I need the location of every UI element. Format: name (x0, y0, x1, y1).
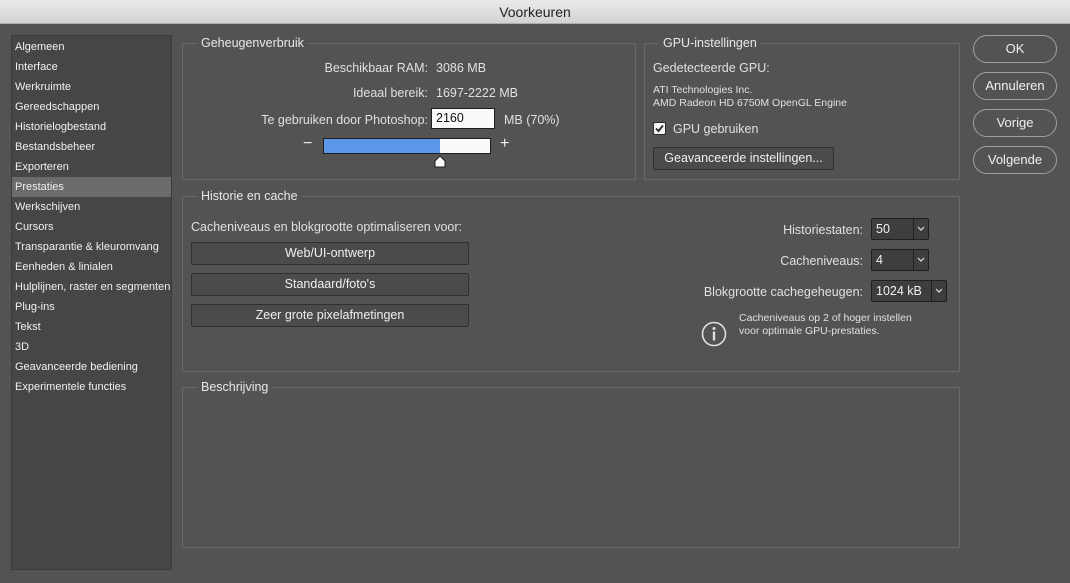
sidebar-item-exporteren[interactable]: Exporteren (12, 157, 171, 177)
cache-tile-size-value: 1024 kB (876, 284, 922, 298)
sidebar-item-algemeen[interactable]: Algemeen (12, 37, 171, 57)
cache-tile-size-select[interactable]: 1024 kB (871, 280, 947, 302)
cache-tile-size-label: Blokgrootte cachegeheugen: (703, 285, 863, 299)
memory-usage-group: Geheugenverbruik (182, 36, 636, 180)
available-ram-value: 3086 MB (436, 61, 487, 75)
cache-info-line2: voor optimale GPU-prestaties. (739, 325, 880, 337)
huge-pixel-preset-button[interactable]: Zeer grote pixelafmetingen (191, 304, 469, 327)
ok-button[interactable]: OK (973, 35, 1057, 63)
photoshop-usage-input[interactable]: 2160 (431, 108, 495, 129)
description-title: Beschrijving (201, 380, 269, 394)
description-group: Beschrijving (182, 380, 960, 548)
ideal-range-label: Ideaal bereik: (352, 86, 428, 100)
window-title: Voorkeuren (0, 0, 1070, 24)
optimize-label: Cacheniveaus en blokgrootte optimalisere… (191, 220, 462, 234)
history-states-select[interactable]: 50 (871, 218, 929, 240)
sidebar-item-transparantie[interactable]: Transparantie & kleuromvang (12, 237, 171, 257)
memory-slider[interactable] (323, 138, 491, 154)
sidebar-item-3d[interactable]: 3D (12, 337, 171, 357)
use-gpu-checkbox[interactable] (653, 122, 666, 135)
preferences-window: Algemeen Interface Werkruimte Gereedscha… (0, 24, 1070, 583)
sidebar-item-experimentele-functies[interactable]: Experimentele functies (12, 377, 171, 397)
available-ram-label: Beschikbaar RAM: (324, 61, 428, 75)
sidebar-item-bestandsbeheer[interactable]: Bestandsbeheer (12, 137, 171, 157)
sidebar-item-gereedschappen[interactable]: Gereedschappen (12, 97, 171, 117)
history-states-label: Historiestaten: (783, 223, 863, 237)
ideal-range-value: 1697-2222 MB (436, 86, 519, 100)
detected-gpu-label: Gedetecteerde GPU: (653, 61, 770, 75)
next-button[interactable]: Volgende (973, 146, 1057, 174)
chevron-down-icon (935, 288, 943, 293)
photoshop-usage-label: Te gebruiken door Photoshop: (261, 113, 428, 127)
sidebar-item-werkschijven[interactable]: Werkschijven (12, 197, 171, 217)
memory-decrease-button[interactable]: − (303, 135, 312, 153)
web-ui-preset-button[interactable]: Web/UI-ontwerp (191, 242, 469, 265)
check-icon (655, 124, 664, 133)
memory-slider-thumb[interactable] (434, 155, 446, 169)
sidebar-item-werkruimte[interactable]: Werkruimte (12, 77, 171, 97)
cache-levels-value: 4 (876, 253, 883, 267)
sidebar-item-prestaties[interactable]: Prestaties (12, 177, 171, 197)
info-icon (701, 321, 727, 347)
gpu-settings-title: GPU-instellingen (663, 36, 757, 50)
memory-slider-fill (324, 139, 440, 153)
memory-increase-button[interactable]: + (500, 135, 509, 153)
sidebar-item-plug-ins[interactable]: Plug-ins (12, 297, 171, 317)
standard-photo-preset-button[interactable]: Standaard/foto's (191, 273, 469, 296)
sidebar-item-hulplijnen[interactable]: Hulplijnen, raster en segmenten (12, 277, 171, 297)
gpu-vendor: ATI Technologies Inc. (653, 84, 753, 96)
cache-levels-label: Cacheniveaus: (780, 254, 863, 268)
gpu-model: AMD Radeon HD 6750M OpenGL Engine (653, 97, 847, 109)
advanced-settings-button[interactable]: Geavanceerde instellingen... (653, 147, 834, 170)
chevron-down-icon (917, 226, 925, 231)
sidebar-item-tekst[interactable]: Tekst (12, 317, 171, 337)
cache-levels-select[interactable]: 4 (871, 249, 929, 271)
sidebar-item-cursors[interactable]: Cursors (12, 217, 171, 237)
use-gpu-label[interactable]: GPU gebruiken (673, 122, 758, 136)
sidebar-item-eenheden[interactable]: Eenheden & linialen (12, 257, 171, 277)
sidebar-item-historielogbestand[interactable]: Historielogbestand (12, 117, 171, 137)
preferences-sidebar: Algemeen Interface Werkruimte Gereedscha… (11, 35, 172, 570)
memory-usage-title: Geheugenverbruik (201, 36, 304, 50)
sidebar-item-geavanceerde-bediening[interactable]: Geavanceerde bediening (12, 357, 171, 377)
cache-info-line1: Cacheniveaus op 2 of hoger instellen (739, 312, 912, 324)
chevron-down-icon (917, 257, 925, 262)
previous-button[interactable]: Vorige (973, 109, 1057, 137)
history-cache-title: Historie en cache (201, 189, 298, 203)
photoshop-usage-unit: MB (70%) (504, 113, 560, 127)
history-states-value: 50 (876, 222, 890, 236)
cancel-button[interactable]: Annuleren (973, 72, 1057, 100)
sidebar-item-interface[interactable]: Interface (12, 57, 171, 77)
